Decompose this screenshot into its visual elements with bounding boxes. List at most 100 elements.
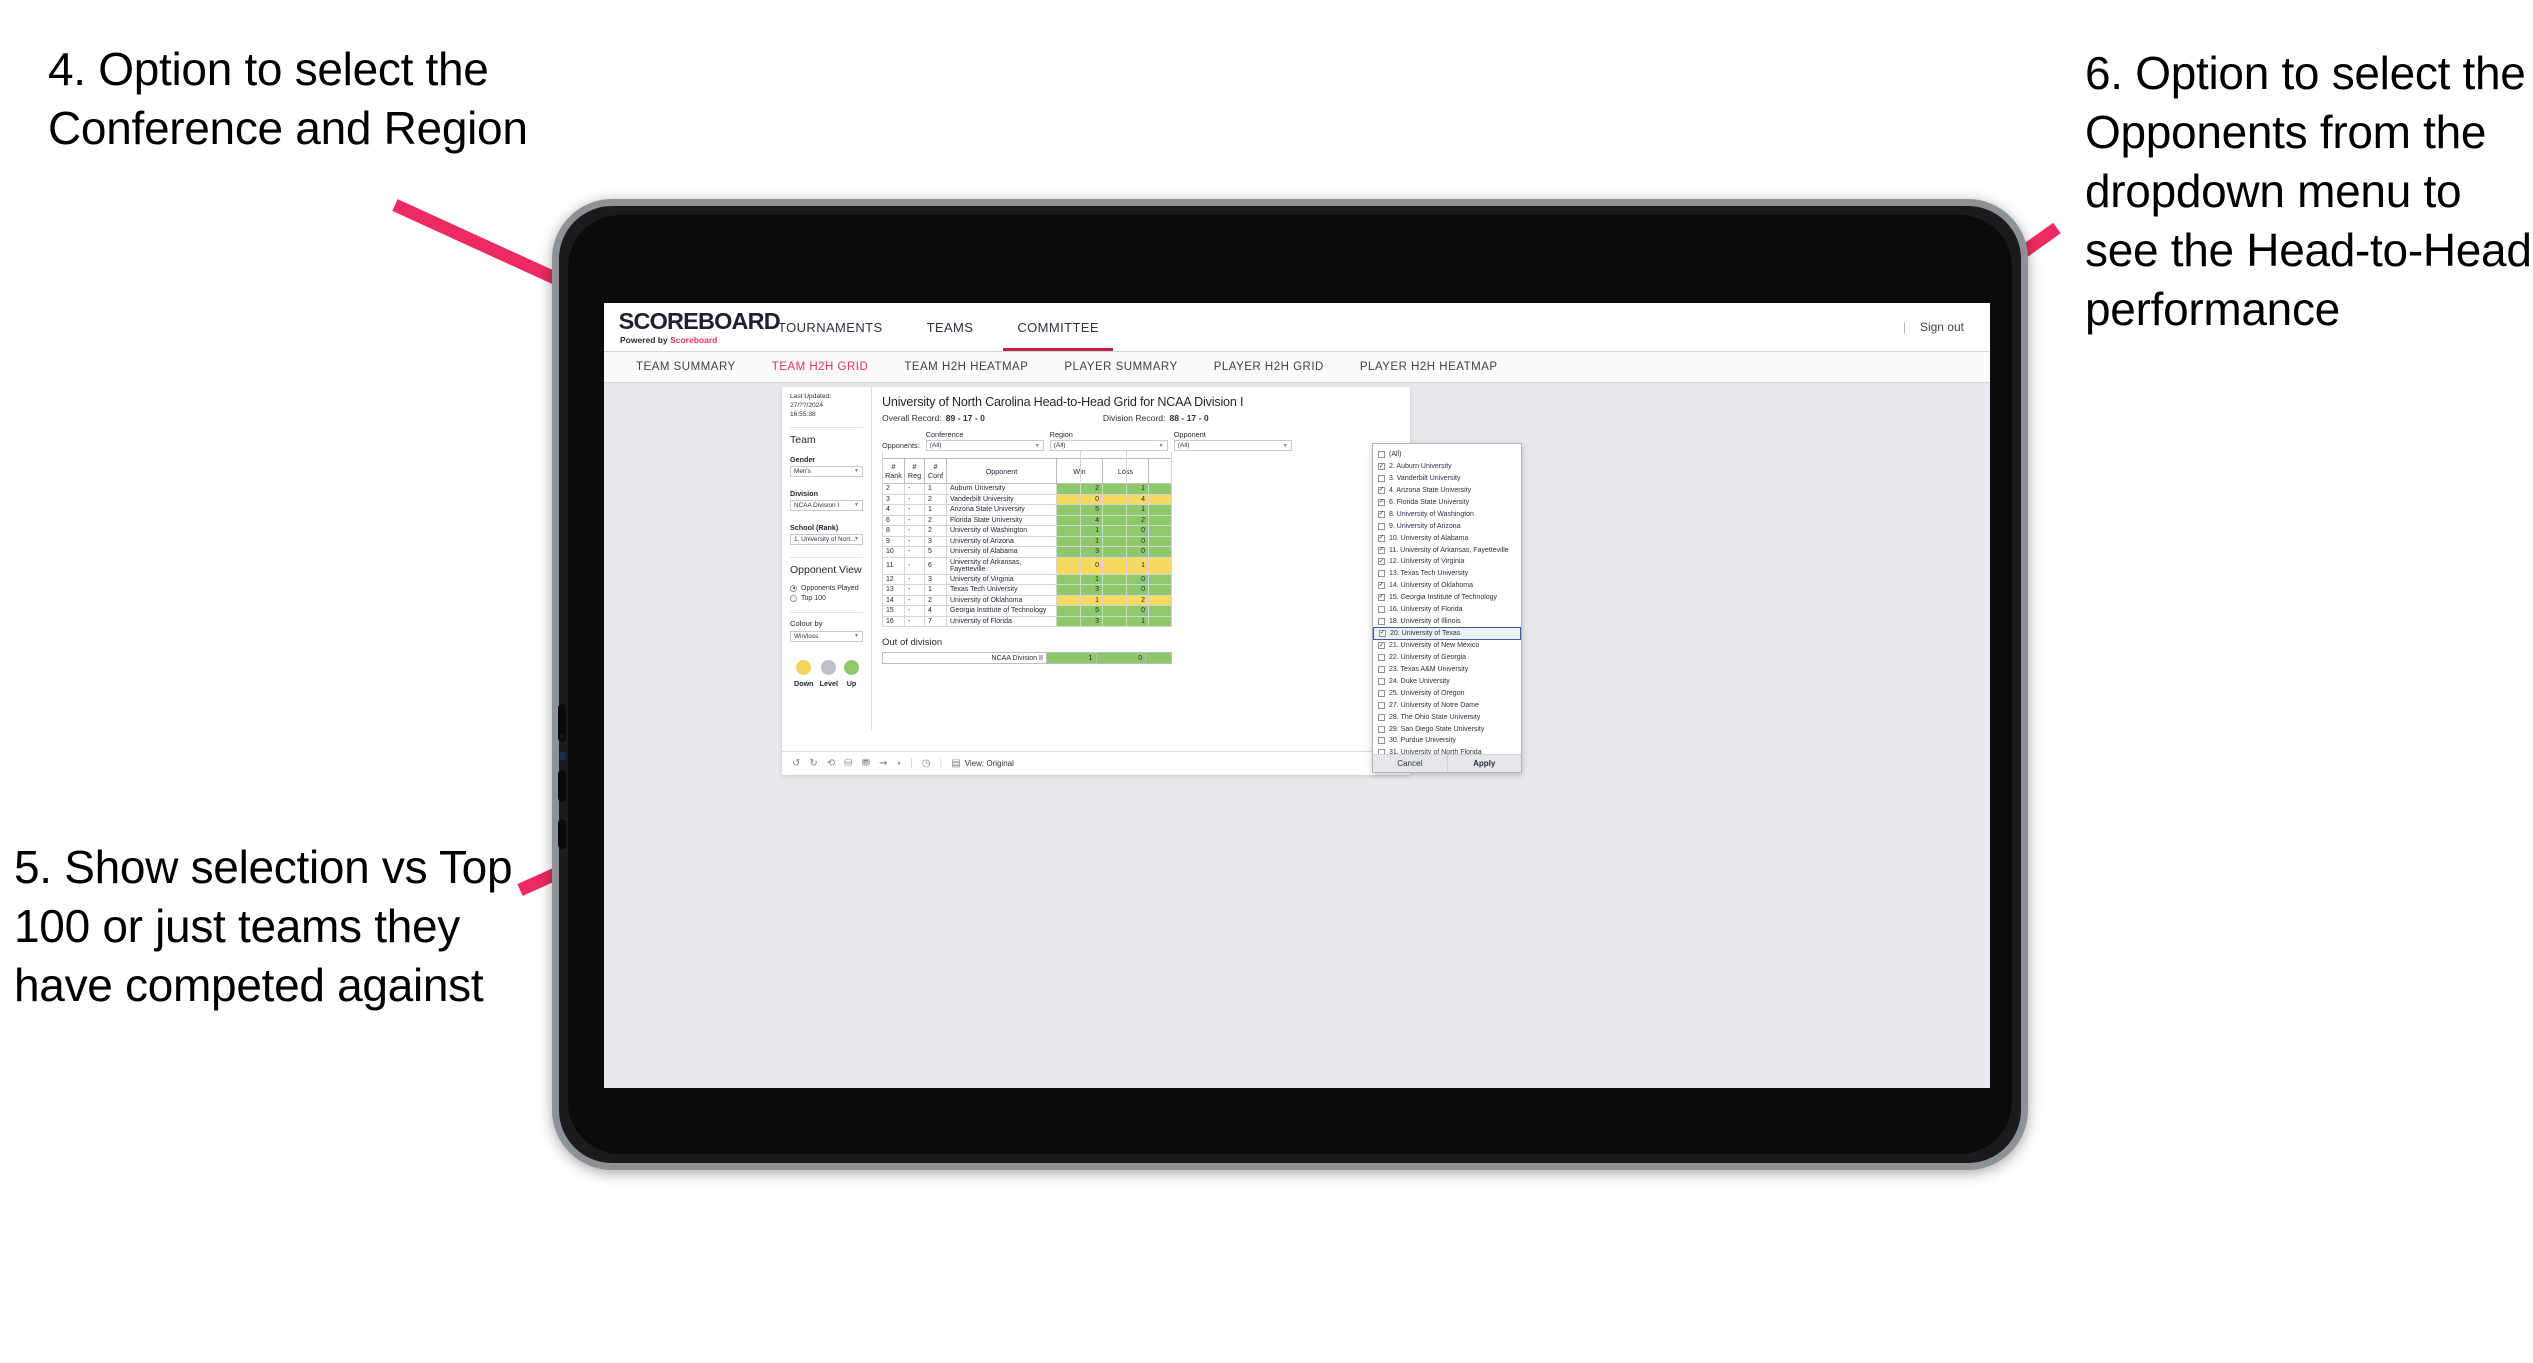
region-select[interactable]: (All) ▼ [1049, 440, 1168, 451]
checkbox-checked-icon[interactable]: ✓ [1379, 630, 1386, 638]
school-rank-select[interactable]: 1. University of Nort... ▼ [790, 533, 863, 545]
checkbox-checked-icon[interactable]: ✓ [1378, 534, 1385, 542]
gender-select[interactable]: Men's ▼ [790, 465, 863, 477]
dropdown-option[interactable]: ✓ 10. University of Alabama [1373, 532, 1521, 544]
dropdown-option[interactable]: ✓ 2. Auburn University [1373, 461, 1521, 473]
table-row[interactable]: 3-2 Vanderbilt University 0 4 [882, 494, 1171, 505]
history-icon[interactable]: ◷ [922, 758, 931, 769]
nav-item-committee[interactable]: COMMITTEE [995, 303, 1121, 351]
checkbox-unchecked-icon[interactable] [1378, 666, 1385, 674]
undo-icon[interactable]: ↺ [792, 758, 800, 769]
table-row[interactable]: NCAA Division II 1 0 [882, 652, 1172, 664]
checkbox-unchecked-icon[interactable] [1378, 737, 1385, 745]
dropdown-option[interactable]: 31. University of North Florida [1373, 747, 1521, 754]
checkbox-unchecked-icon[interactable] [1378, 475, 1385, 483]
dropdown-option[interactable]: ✓ 12. University of Virginia [1373, 556, 1521, 568]
dropdown-option[interactable]: ✓ 14. University of Oklahoma [1373, 580, 1521, 592]
dropdown-option[interactable]: 30. Purdue University [1373, 735, 1521, 747]
checkbox-unchecked-icon[interactable] [1378, 713, 1385, 721]
col-header-opponent[interactable]: Opponent [946, 458, 1057, 484]
checkbox-unchecked-icon[interactable] [1378, 522, 1385, 530]
checkbox-unchecked-icon[interactable] [1378, 725, 1385, 733]
checkbox-checked-icon[interactable]: ✓ [1378, 642, 1385, 650]
checkbox-unchecked-icon[interactable] [1378, 749, 1385, 754]
checkbox-unchecked-icon[interactable] [1378, 701, 1385, 709]
table-row[interactable]: 10-5 University of Alabama 3 0 [882, 546, 1171, 558]
dropdown-option[interactable]: 25. University of Oregon [1373, 687, 1521, 699]
division-select[interactable]: NCAA Division I ▼ [790, 499, 863, 511]
dropdown-option[interactable]: 23. Texas A&M University [1373, 664, 1521, 676]
dropdown-option[interactable]: ✓ 8. University of Washington [1373, 508, 1521, 520]
nav-item-teams[interactable]: TEAMS [905, 303, 996, 351]
apply-button[interactable]: Apply [1446, 755, 1522, 772]
dropdown-option[interactable]: ✓ 11. University of Arkansas, Fayettevill… [1373, 544, 1521, 556]
redo-icon[interactable]: ↻ [809, 758, 817, 769]
table-row[interactable]: 9-3 University of Arizona 1 0 [882, 536, 1171, 547]
dropdown-option[interactable]: 18. University of Illinois [1373, 615, 1521, 627]
dropdown-option[interactable]: 16. University of Florida [1373, 604, 1521, 616]
subnav-item-team-h2h-heatmap[interactable]: TEAM H2H HEATMAP [886, 361, 1046, 373]
checkbox-checked-icon[interactable]: ✓ [1378, 582, 1385, 590]
sign-out-area[interactable]: | Sign out [1903, 303, 1990, 351]
radio-opponents-played[interactable]: Opponents Played [790, 584, 863, 592]
dropdown-option[interactable]: 22. University of Georgia [1373, 652, 1521, 664]
checkbox-checked-icon[interactable]: ✓ [1378, 546, 1385, 554]
subnav-item-player-h2h-heatmap[interactable]: PLAYER H2H HEATMAP [1342, 361, 1516, 373]
pause-updates-icon[interactable]: ⛃ [862, 758, 870, 769]
dropdown-option[interactable]: ✓ 20. University of Texas [1373, 627, 1521, 640]
dropdown-option[interactable]: ✓ 6. Florida State University [1373, 497, 1521, 509]
table-row[interactable]: 11-6 University of Arkansas, Fayetteville… [882, 557, 1171, 575]
conference-select[interactable]: (All) ▼ [925, 440, 1044, 451]
dropdown-option[interactable]: 28. The Ohio State University [1373, 711, 1521, 723]
dropdown-option[interactable]: ✓ 4. Arizona State University [1373, 485, 1521, 497]
checkbox-unchecked-icon[interactable] [1378, 606, 1385, 614]
sign-out-link[interactable]: Sign out [1920, 320, 1964, 334]
checkbox-unchecked-icon[interactable] [1378, 617, 1385, 625]
radio-top-100[interactable]: Top 100 [790, 594, 863, 602]
chevron-down-icon[interactable]: ▼ [896, 761, 901, 767]
table-row[interactable]: 16-7 University of Florida 3 1 [882, 616, 1171, 627]
tablet-power-button[interactable] [558, 819, 566, 849]
refresh-data-icon[interactable]: ⛁ [844, 758, 852, 769]
dropdown-option[interactable]: 3. Vanderbilt University [1373, 473, 1521, 485]
checkbox-unchecked-icon[interactable] [1378, 570, 1385, 578]
table-row[interactable]: 8-2 University of Washington 1 0 [882, 525, 1171, 537]
checkbox-unchecked-icon[interactable] [1378, 677, 1385, 685]
brand-logo[interactable]: SCOREBOARD Powered by Scoreboard [604, 303, 781, 351]
checkbox-unchecked-icon[interactable] [1378, 689, 1385, 697]
subnav-item-player-summary[interactable]: PLAYER SUMMARY [1046, 361, 1195, 373]
checkbox-checked-icon[interactable]: ✓ [1378, 558, 1385, 566]
dropdown-option[interactable]: ✓ 15. Georgia Institute of Technology [1373, 592, 1521, 604]
subnav-item-team-h2h-grid[interactable]: TEAM H2H GRID [754, 361, 887, 373]
tablet-volume-down-button[interactable] [558, 770, 566, 802]
subnav-item-team-summary[interactable]: TEAM SUMMARY [618, 361, 754, 373]
view-original-button[interactable]: ▤ View: Original [951, 758, 1014, 769]
checkbox-unchecked-icon[interactable] [1378, 451, 1385, 459]
cancel-button[interactable]: Cancel [1373, 755, 1447, 772]
col-header-reg[interactable]: # Reg [904, 458, 925, 484]
dropdown-option[interactable]: (All) [1373, 449, 1521, 461]
table-row[interactable]: 15-4 Georgia Institute of Technology 5 0 [882, 605, 1171, 617]
checkbox-checked-icon[interactable]: ✓ [1378, 510, 1385, 518]
col-header-conf[interactable]: # Conf [924, 458, 947, 484]
dropdown-option[interactable]: 24. Duke University [1373, 676, 1521, 688]
colour-by-select[interactable]: Win/loss ▼ [790, 630, 863, 642]
dropdown-option[interactable]: 29. San Diego State University [1373, 723, 1521, 735]
opponent-dropdown-list[interactable]: (All) ✓ 2. Auburn University 3. Vanderbilt … [1373, 444, 1521, 754]
revert-icon[interactable]: ⟲ [827, 758, 835, 769]
dropdown-option[interactable]: 27. University of Notre Dame [1373, 699, 1521, 711]
table-row[interactable]: 4-1 Arizona State University 5 1 [882, 504, 1171, 516]
checkbox-checked-icon[interactable]: ✓ [1378, 498, 1385, 506]
checkbox-checked-icon[interactable]: ✓ [1378, 463, 1385, 471]
share-icon[interactable]: ⇝ [879, 758, 887, 769]
subnav-item-player-h2h-grid[interactable]: PLAYER H2H GRID [1196, 361, 1342, 373]
checkbox-unchecked-icon[interactable] [1378, 654, 1385, 662]
checkbox-checked-icon[interactable]: ✓ [1378, 487, 1385, 495]
col-header-rank[interactable]: # Rank [882, 458, 905, 484]
dropdown-option[interactable]: 13. Texas Tech University [1373, 568, 1521, 580]
opponent-dropdown-panel[interactable]: (All) ✓ 2. Auburn University 3. Vanderbilt … [1372, 443, 1522, 773]
table-row[interactable]: 12-3 University of Virginia 1 0 [882, 574, 1171, 585]
table-row[interactable]: 6-2 Florida State University 4 2 [882, 515, 1171, 526]
opponent-select[interactable]: (All) ▼ [1173, 440, 1292, 451]
dropdown-option[interactable]: 9. University of Arizona [1373, 520, 1521, 532]
